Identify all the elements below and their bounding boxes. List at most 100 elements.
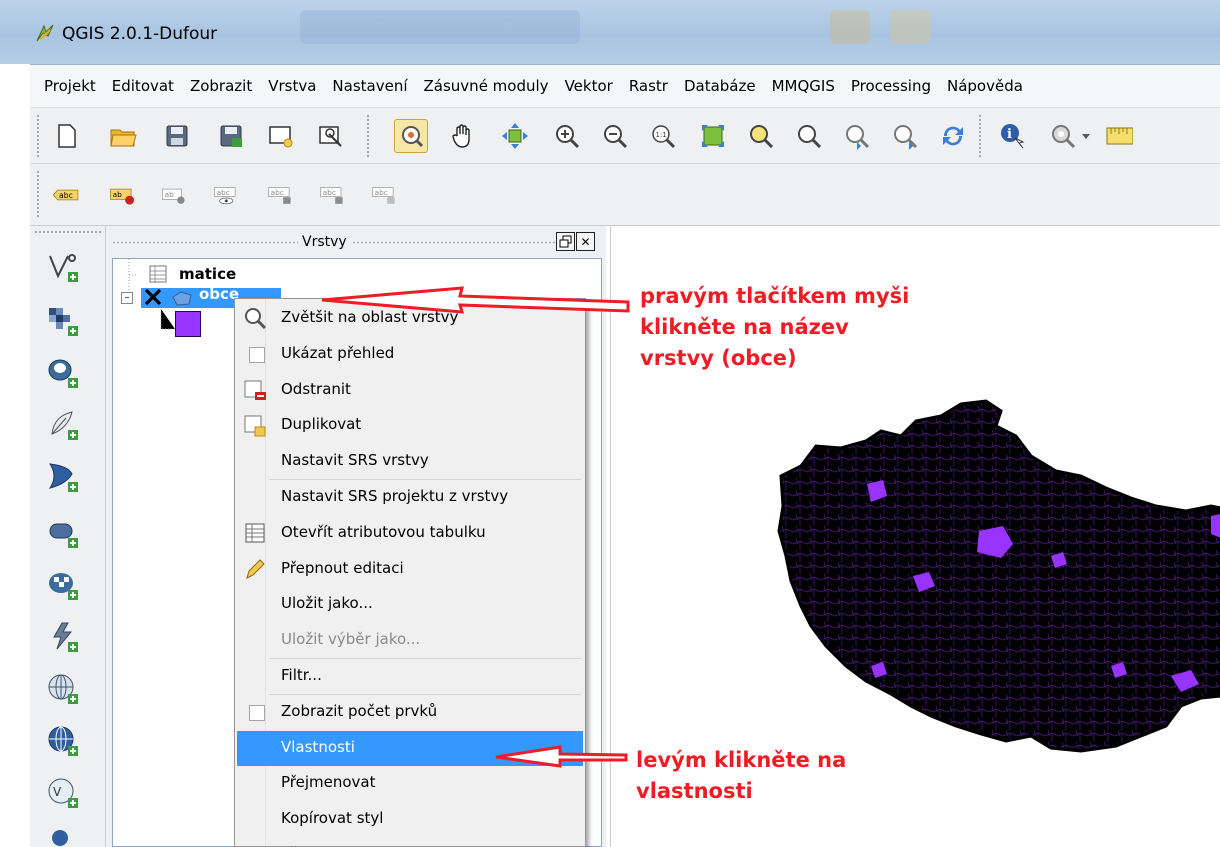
menu-item[interactable]: Processing — [843, 77, 939, 95]
menu-item[interactable]: Zobrazit — [182, 77, 260, 95]
menu-checkbox[interactable] — [249, 704, 265, 721]
menu-item-nastavit-srs-vrstvy[interactable]: Nastavit SRS vrstvy — [237, 444, 583, 479]
annotation-line: pravým tlačítkem myši — [640, 284, 910, 308]
add-raster-layer-icon[interactable] — [46, 304, 80, 338]
refresh-icon[interactable] — [938, 121, 968, 151]
annotation-line: vlastnosti — [636, 779, 753, 803]
svg-text:abc: abc — [59, 191, 73, 200]
pan-map-to-selection-icon[interactable] — [394, 119, 428, 153]
add-wfs-layer-icon[interactable] — [46, 724, 80, 758]
menu-item[interactable]: Zásuvné moduly — [416, 77, 557, 95]
highlight-pinned-labels-icon[interactable]: ab — [156, 180, 194, 210]
menu-item[interactable]: Editovat — [104, 77, 182, 95]
close-panel-button[interactable]: ✕ — [576, 232, 595, 251]
menu-item-zobrazit-pocet-prvku[interactable]: Zobrazit počet prvků — [237, 695, 583, 730]
save-project-as-icon[interactable] — [216, 121, 246, 151]
menu-item-odstranit[interactable]: Odstranit — [237, 373, 583, 408]
menu-item-zvetsit-na-oblast-vrstvy[interactable]: Zvětšit na oblast vrstvy — [237, 301, 583, 336]
add-spatialite-layer-icon[interactable] — [46, 408, 80, 442]
menu-item-prepnout-editaci[interactable]: Přepnout editaci — [237, 552, 583, 587]
menu-item-otevrit-atributovou-tabulku[interactable]: Otevřít atributovou tabulku — [237, 516, 583, 551]
menu-item[interactable]: Rastr — [621, 77, 676, 95]
zoom-in-icon[interactable] — [552, 121, 582, 151]
zoom-out-icon[interactable] — [600, 121, 630, 151]
layer-labeling-options-icon[interactable]: abc — [46, 180, 86, 210]
add-delimited-text-layer-icon[interactable] — [46, 620, 80, 654]
menu-item-label: Filtr... — [281, 666, 322, 684]
menu-item-duplikovat[interactable]: Duplikovat — [237, 408, 583, 443]
svg-text:i: i — [1007, 127, 1012, 142]
attribute-table-icon — [243, 521, 267, 545]
pan-arrows-icon[interactable] — [500, 121, 530, 151]
collapse-toggle-icon[interactable]: – — [121, 292, 133, 304]
show-hide-labels-icon[interactable]: abc — [208, 180, 246, 210]
new-project-icon[interactable] — [52, 121, 82, 151]
menu-item[interactable]: Vektor — [557, 77, 621, 95]
menu-item[interactable]: Nastavení — [324, 77, 415, 95]
menu-item[interactable]: Projekt — [36, 77, 104, 95]
pin-labels-icon[interactable]: ab — [104, 180, 142, 210]
open-project-icon[interactable] — [108, 121, 138, 151]
layer-name: matice — [179, 265, 237, 283]
identify-features-icon[interactable]: i — [998, 121, 1028, 151]
polygon-layer-icon — [171, 289, 193, 307]
menu-item-nastavit-srs-projektu-z-vrstvy[interactable]: Nastavit SRS projektu z vrstvy — [237, 480, 583, 515]
window-title: QGIS 2.0.1-Dufour — [62, 24, 218, 44]
change-label-icon[interactable]: abc — [366, 180, 404, 210]
qgis-logo-icon — [34, 22, 56, 44]
zoom-to-layer-icon[interactable] — [794, 121, 824, 151]
menu-item-prejmenovat[interactable]: Přejmenovat — [237, 766, 583, 801]
menu-checkbox[interactable] — [249, 346, 265, 363]
add-vector-layer-icon[interactable] — [46, 250, 80, 284]
add-layer-icon[interactable] — [46, 824, 80, 847]
add-virtual-layer-icon[interactable]: V — [46, 776, 80, 810]
toolbar-grip[interactable] — [366, 114, 370, 157]
layer-visibility-checkbox[interactable] — [143, 287, 163, 307]
composer-manager-icon[interactable] — [316, 121, 346, 151]
save-project-icon[interactable] — [162, 121, 192, 151]
menu-item-filtr[interactable]: Filtr... — [237, 659, 583, 694]
toolbar-grip[interactable] — [36, 170, 40, 219]
annotation-right-click: pravým tlačítkem myši klikněte na název … — [640, 281, 909, 374]
toolbar-grip[interactable] — [34, 230, 102, 234]
menu-item[interactable]: MMQGIS — [764, 77, 843, 95]
menu-item-label: Otevřít atributovou tabulku — [281, 522, 486, 541]
menu-item-ulozit-jako[interactable]: Uložit jako... — [237, 587, 583, 622]
svg-text:ab: ab — [165, 190, 175, 199]
svg-text:abc: abc — [323, 188, 336, 197]
svg-text:abc: abc — [271, 188, 284, 197]
zoom-to-selection-icon[interactable] — [746, 121, 776, 151]
menu-item-vlastnosti[interactable]: Vlastnosti — [237, 730, 583, 766]
measure-icon[interactable] — [1104, 121, 1134, 151]
menu-item-label: Přepnout editaci — [281, 558, 404, 577]
float-panel-button[interactable] — [556, 232, 575, 251]
chevron-down-icon[interactable] — [1078, 121, 1094, 151]
menu-item-kopirovat-styl[interactable]: Kopírovat styl — [237, 802, 583, 837]
zoom-actual-size-icon[interactable]: 1:1 — [648, 121, 678, 151]
zoom-last-icon[interactable] — [842, 121, 872, 151]
add-wms-layer-icon[interactable] — [46, 672, 80, 706]
menu-item-ukazat-prehled[interactable]: Ukázat přehled — [237, 337, 583, 372]
menu-item-pridat-novou-skupinu[interactable]: Přidat novou skupinu — [237, 838, 583, 847]
add-wcs-layer-icon[interactable] — [46, 568, 80, 602]
menu-item[interactable]: Vrstva — [260, 77, 324, 95]
rotate-label-icon[interactable]: abc — [314, 180, 352, 210]
toolbar-grip[interactable] — [36, 114, 40, 157]
menu-item-label: Vlastnosti — [281, 737, 355, 756]
pan-hand-icon[interactable] — [448, 121, 478, 151]
add-postgis-layer-icon[interactable] — [46, 356, 80, 390]
zoom-next-icon[interactable] — [890, 121, 920, 151]
svg-text:1:1: 1:1 — [656, 131, 667, 139]
add-oracle-layer-icon[interactable] — [46, 516, 80, 550]
menu-item[interactable]: Databáze — [676, 77, 764, 95]
add-mssql-layer-icon[interactable] — [46, 460, 80, 494]
menu-item-label: Přejmenovat — [281, 773, 376, 792]
run-feature-action-icon[interactable] — [1048, 121, 1078, 151]
menu-item[interactable]: Nápověda — [939, 77, 1031, 95]
window-titlebar: QGIS 2.0.1-Dufour — [0, 0, 1220, 64]
move-label-icon[interactable]: abc — [262, 180, 300, 210]
new-print-composer-icon[interactable] — [266, 121, 296, 151]
toolbar-grip[interactable] — [978, 114, 982, 157]
layer-row-matice[interactable]: matice — [113, 263, 601, 287]
zoom-full-icon[interactable] — [698, 121, 728, 151]
